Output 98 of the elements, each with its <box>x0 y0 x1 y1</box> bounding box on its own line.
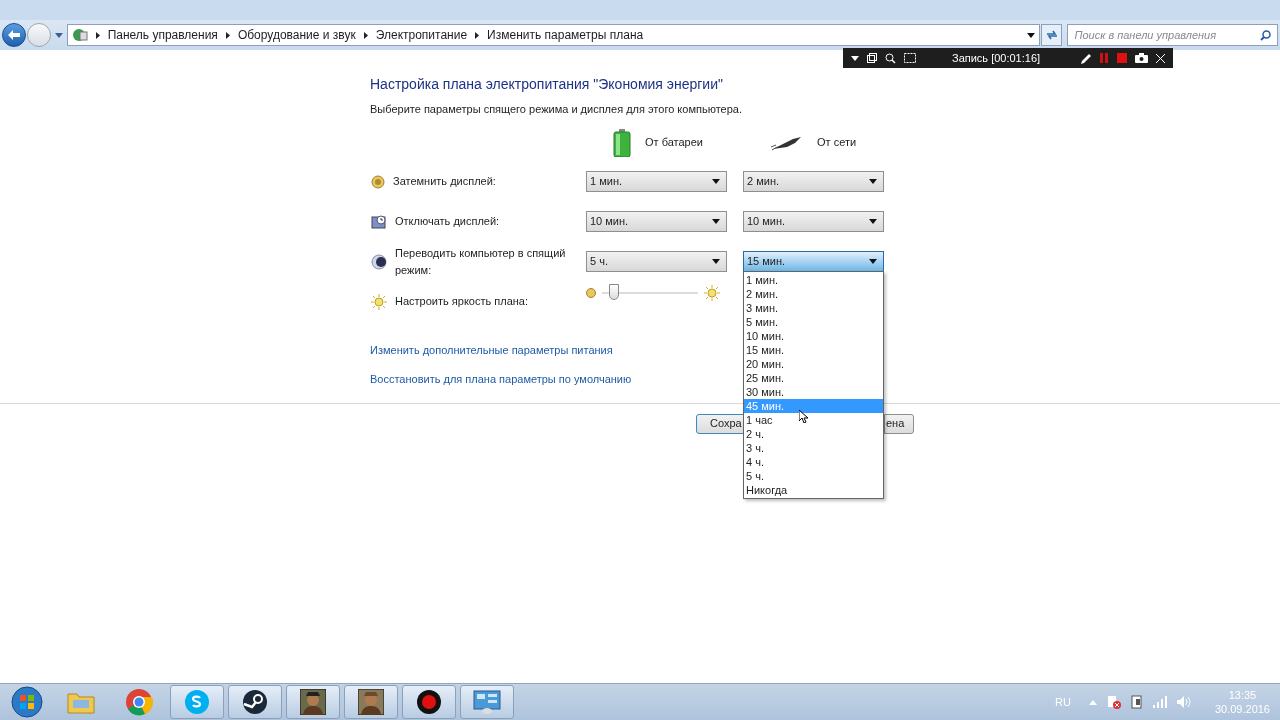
windows-logo-icon <box>11 686 43 718</box>
taskbar-button[interactable] <box>344 685 398 719</box>
caret-icon <box>712 219 720 224</box>
refresh-button[interactable] <box>1040 24 1063 46</box>
control-panel-icon <box>473 689 501 715</box>
power-icon[interactable] <box>1130 695 1143 709</box>
window-icon[interactable] <box>867 53 877 63</box>
pause-icon[interactable] <box>1100 53 1109 63</box>
control-panel-icon <box>71 27 88 43</box>
history-caret-icon[interactable] <box>54 32 63 38</box>
dropdown[interactable]: 1 мин. <box>586 171 727 192</box>
chevron-right-icon <box>95 31 100 39</box>
dropdown-value: 15 мин. <box>747 254 786 270</box>
dim-display-icon <box>371 174 385 189</box>
dim-sun-icon <box>586 287 596 298</box>
dropdown-option[interactable]: 4 ч. <box>744 455 883 469</box>
close-icon[interactable] <box>1156 53 1165 63</box>
record-icon <box>416 689 442 715</box>
breadcrumb[interactable]: Оборудование и звук <box>237 26 356 44</box>
dropdown-option[interactable]: 1 мин. <box>744 273 883 287</box>
taskbar-button[interactable] <box>402 685 456 719</box>
brightness-slider[interactable] <box>602 283 698 302</box>
mouse-cursor-icon <box>799 410 808 423</box>
setting-label: Отключать дисплей: <box>395 214 501 230</box>
caret-icon[interactable] <box>851 55 859 61</box>
character-icon <box>300 689 326 715</box>
arrow-left-icon <box>7 30 20 40</box>
page-subheading: Выберите параметры спящего режима и дисплея для этого компьютера. <box>370 102 743 117</box>
taskbar-button[interactable] <box>286 685 340 719</box>
dropdown-value: 5 ч. <box>590 254 608 270</box>
save-button[interactable]: Сохра <box>696 413 744 434</box>
bright-sun-icon <box>704 284 720 301</box>
chat-bubble-icon <box>184 689 210 715</box>
action-center-icon[interactable] <box>1106 695 1121 709</box>
search-icon[interactable] <box>885 52 896 64</box>
chevron-right-icon <box>363 31 368 39</box>
link[interactable]: Восстановить для плана параметры по умолчанию <box>370 371 690 388</box>
breadcrumb[interactable]: Панель управления <box>107 26 218 44</box>
screen-region-icon[interactable] <box>904 53 916 63</box>
dropdown-option[interactable]: 5 мин. <box>744 315 883 329</box>
camera-icon[interactable] <box>1135 53 1148 63</box>
caret-icon <box>712 179 720 184</box>
dropdown-option[interactable]: Никогда <box>744 483 883 497</box>
dropdown-option[interactable]: 30 мин. <box>744 385 883 399</box>
setting-label: Настроить яркость плана: <box>395 294 529 310</box>
battery-icon <box>613 128 631 157</box>
dropdown-option[interactable]: 2 мин. <box>744 287 883 301</box>
address-bar[interactable]: Панель управления Оборудование и звук Электропитание Изменить параметры плана <box>66 24 1040 46</box>
dropdown-option[interactable]: 3 ч. <box>744 441 883 455</box>
dropdown[interactable]: 10 мин. <box>743 211 884 232</box>
dropdown-option[interactable]: 2 ч. <box>744 427 883 441</box>
setting-label: Переводить компьютер в спящий режим: <box>395 246 567 278</box>
back-button[interactable] <box>2 23 26 47</box>
character-icon <box>358 689 384 715</box>
caret-icon <box>1026 32 1035 38</box>
search-icon <box>1260 29 1271 41</box>
page-heading: Настройка плана электропитания "Экономия энергии" <box>370 75 724 94</box>
dropdown[interactable]: 2 мин. <box>743 171 884 192</box>
taskbar-button[interactable] <box>228 685 282 719</box>
dropdown[interactable]: 10 мин. <box>586 211 727 232</box>
recording-status: Запись [00:01:16] <box>952 50 1041 66</box>
breadcrumb[interactable]: Изменить параметры плана <box>487 26 644 44</box>
dropdown-option[interactable]: 1 час <box>744 413 883 427</box>
dropdown[interactable]: 5 ч. <box>586 251 727 272</box>
caret-icon <box>869 219 877 224</box>
folder-icon <box>67 690 95 714</box>
pencil-icon[interactable] <box>1081 52 1092 64</box>
column-heading: От батареи <box>645 135 703 151</box>
chevron-right-icon <box>475 31 480 39</box>
steam-icon <box>242 689 268 715</box>
dropdown-value: 1 мин. <box>590 174 622 190</box>
column-heading: От сети <box>817 135 857 151</box>
cancel-button[interactable]: ена <box>884 413 914 434</box>
monitor-clock-icon <box>371 213 387 230</box>
setting-label: Затемнить дисплей: <box>393 174 497 190</box>
refresh-icon <box>1045 29 1058 41</box>
caret-icon <box>712 259 720 264</box>
moon-icon <box>371 253 387 270</box>
sun-icon <box>371 293 387 310</box>
link[interactable]: Изменить дополнительные параметры питания <box>370 341 690 358</box>
slider-thumb[interactable] <box>608 283 619 300</box>
search-field[interactable]: Поиск в панели управления <box>1067 24 1278 46</box>
dropdown-value: 10 мин. <box>747 214 786 230</box>
browser-icon <box>125 688 153 716</box>
dropdown-option[interactable]: 10 мин. <box>744 329 883 343</box>
dropdown-value: 10 мин. <box>590 214 629 230</box>
caret-icon <box>869 259 877 264</box>
dropdown-option[interactable]: 5 ч. <box>744 469 883 483</box>
power-plug-icon <box>771 134 803 151</box>
dropdown-value: 2 мин. <box>747 174 779 190</box>
dropdown-option[interactable]: 20 мин. <box>744 357 883 371</box>
dropdown-option[interactable]: 3 мин. <box>744 301 883 315</box>
breadcrumb[interactable]: Электропитание <box>375 26 468 44</box>
dropdown[interactable]: 15 мин. <box>743 251 884 272</box>
dropdown-option[interactable]: 15 мин. <box>744 343 883 357</box>
chevron-right-icon <box>225 31 230 39</box>
dropdown-option[interactable]: 25 мин. <box>744 371 883 385</box>
caret-icon <box>869 179 877 184</box>
